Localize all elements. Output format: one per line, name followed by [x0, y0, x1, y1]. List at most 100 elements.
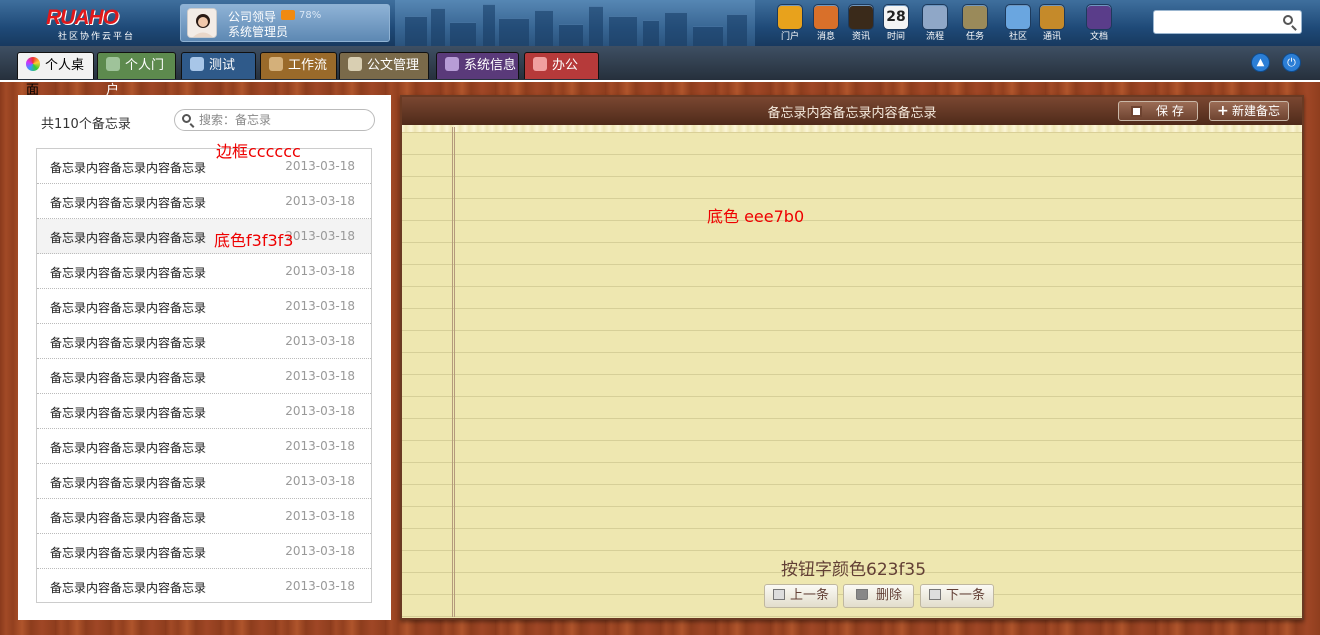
next-arrow-icon [929, 589, 941, 600]
delete-button[interactable]: 删除 [843, 584, 914, 608]
annotation-row-bg: 底色f3f3f3 [214, 231, 294, 250]
avatar [187, 8, 217, 38]
app-contacts[interactable]: 通讯 [1034, 3, 1070, 45]
tab-label: 测试 [209, 58, 236, 73]
delete-label: 删除 [876, 588, 903, 603]
tab-workflow[interactable]: 工作流 [260, 52, 337, 79]
user-card[interactable]: 公司领导 78% 系统管理员 [180, 4, 390, 42]
app-message[interactable]: 消息 [808, 3, 844, 45]
prev-label: 上一条 [790, 588, 830, 603]
annotation-border: 边框cccccc [216, 142, 301, 161]
contacts-icon [1039, 4, 1065, 30]
app-calendar[interactable]: 28 时间 [878, 3, 914, 45]
memo-item-date: 2013-03-18 [285, 264, 355, 278]
app-label: 时间 [886, 32, 905, 42]
message-icon [813, 4, 839, 30]
new-memo-label: 新建备忘 [1232, 104, 1281, 118]
memo-count: 共110个备忘录 [41, 117, 131, 132]
app-label: 门户 [780, 32, 799, 42]
save-icon [1131, 106, 1142, 117]
memo-item-date: 2013-03-18 [285, 194, 355, 208]
memo-list-item[interactable]: 备忘录内容备忘录内容备忘录 2013-03-18 [37, 429, 371, 464]
memo-list-item[interactable]: 备忘录内容备忘录内容备忘录 2013-03-18 [37, 254, 371, 289]
app-label: 文档 [1089, 32, 1108, 42]
tab-briefcase[interactable]: 办公 [524, 52, 599, 79]
search-icon [182, 114, 191, 123]
new-memo-button[interactable]: + 新建备忘 [1209, 101, 1289, 121]
community-icon [1005, 4, 1031, 30]
memo-list-item[interactable]: 备忘录内容备忘录内容备忘录 2013-03-18 [37, 289, 371, 324]
memo-item-title: 备忘录内容备忘录内容备忘录 [50, 266, 207, 280]
memo-item-title: 备忘录内容备忘录内容备忘录 [50, 476, 207, 490]
app-news[interactable]: 资讯 [843, 3, 879, 45]
portal-icon [777, 4, 803, 30]
app-workflow[interactable]: 流程 [917, 3, 953, 45]
app-document[interactable]: 文档 [1081, 3, 1117, 45]
tab-monitor[interactable]: 测试 [181, 52, 256, 79]
tab-label: 公文管理 [367, 58, 420, 73]
calendar-icon: 28 [883, 4, 909, 30]
logo[interactable]: RUAHO 社区协作云平台 [46, 6, 156, 42]
task-icon [962, 4, 988, 30]
memo-list-item[interactable]: 备忘录内容备忘录内容备忘录 2013-03-18 [37, 534, 371, 569]
memo-list-item[interactable]: 备忘录内容备忘录内容备忘录 2013-03-18 [37, 569, 371, 604]
memo-list-item[interactable]: 备忘录内容备忘录内容备忘录 2013-03-18 [37, 394, 371, 429]
memo-item-date: 2013-03-18 [285, 579, 355, 593]
memo-list-item[interactable]: 备忘录内容备忘录内容备忘录 2013-03-18 [37, 499, 371, 534]
workflow-icon [922, 4, 948, 30]
user-percent: 78% [299, 10, 322, 21]
tab-settings[interactable]: 系统信息 [436, 52, 519, 79]
save-button[interactable]: 保 存 [1118, 101, 1198, 121]
collapse-up-icon[interactable]: ▲ [1251, 53, 1270, 72]
news-icon [848, 4, 874, 30]
logo-subtitle: 社区协作云平台 [58, 32, 136, 42]
memo-item-date: 2013-03-18 [285, 404, 355, 418]
tab-label: 工作流 [288, 58, 328, 73]
memo-search-input[interactable] [199, 112, 369, 128]
tab-official-document[interactable]: 公文管理 [339, 52, 429, 79]
official-document-icon [348, 57, 362, 71]
memo-item-title: 备忘录内容备忘录内容备忘录 [50, 231, 207, 245]
tab-portal[interactable]: 个人门户 [97, 52, 176, 98]
memo-list-item[interactable]: 备忘录内容备忘录内容备忘录 2013-03-18 [37, 464, 371, 499]
prev-button[interactable]: 上一条 [764, 584, 838, 608]
memo-list-item[interactable]: 备忘录内容备忘录内容备忘录 2013-03-18 [37, 324, 371, 359]
memo-item-date: 2013-03-18 [285, 229, 355, 243]
memo-list-item[interactable]: 备忘录内容备忘录内容备忘录 2013-03-18 [37, 149, 371, 184]
memo-item-date: 2013-03-18 [285, 439, 355, 453]
memo-list-item[interactable]: 备忘录内容备忘录内容备忘录 2013-03-18 [37, 219, 371, 254]
memo-item-date: 2013-03-18 [285, 544, 355, 558]
memo-list-item[interactable]: 备忘录内容备忘录内容备忘录 2013-03-18 [37, 184, 371, 219]
app-portal[interactable]: 门户 [772, 3, 808, 45]
paper-torn-edge [402, 125, 1302, 133]
power-icon[interactable]: ⏻ [1282, 53, 1301, 72]
app-label: 任务 [965, 32, 984, 42]
document-icon [1086, 4, 1112, 30]
memo-item-title: 备忘录内容备忘录内容备忘录 [50, 441, 207, 455]
app-community[interactable]: 社区 [1000, 3, 1036, 45]
tab-desktop[interactable]: 个人桌面 [17, 52, 94, 98]
memo-paper[interactable] [402, 133, 1302, 618]
memo-search[interactable] [174, 109, 375, 131]
memo-item-date: 2013-03-18 [285, 334, 355, 348]
desktop-icon [26, 57, 40, 71]
memo-item-title: 备忘录内容备忘录内容备忘录 [50, 581, 207, 595]
search-icon[interactable] [1283, 15, 1293, 25]
memo-item-date: 2013-03-18 [285, 299, 355, 313]
next-button[interactable]: 下一条 [920, 584, 994, 608]
app-task[interactable]: 任务 [957, 3, 993, 45]
global-search-input[interactable] [1153, 10, 1302, 34]
memo-item-date: 2013-03-18 [285, 474, 355, 488]
save-label: 保 存 [1156, 104, 1184, 118]
memo-list-panel: 共110个备忘录 备忘录内容备忘录内容备忘录 2013-03-18 备忘录内容备忘录… [18, 95, 391, 620]
city-skyline-banner [395, 0, 755, 46]
memo-item-title: 备忘录内容备忘录内容备忘录 [50, 336, 207, 350]
memo-item-title: 备忘录内容备忘录内容备忘录 [50, 546, 207, 560]
app-label: 消息 [816, 32, 835, 42]
prev-arrow-icon [773, 589, 785, 600]
app-label: 社区 [1008, 32, 1027, 42]
memo-item-title: 备忘录内容备忘录内容备忘录 [50, 161, 207, 175]
main-nav: 个人桌面 个人门户 测试 工作流 公文管理 系统信息 办公 ▲ ⏻ [0, 46, 1320, 98]
memo-list-item[interactable]: 备忘录内容备忘录内容备忘录 2013-03-18 [37, 359, 371, 394]
trash-icon [856, 589, 868, 600]
